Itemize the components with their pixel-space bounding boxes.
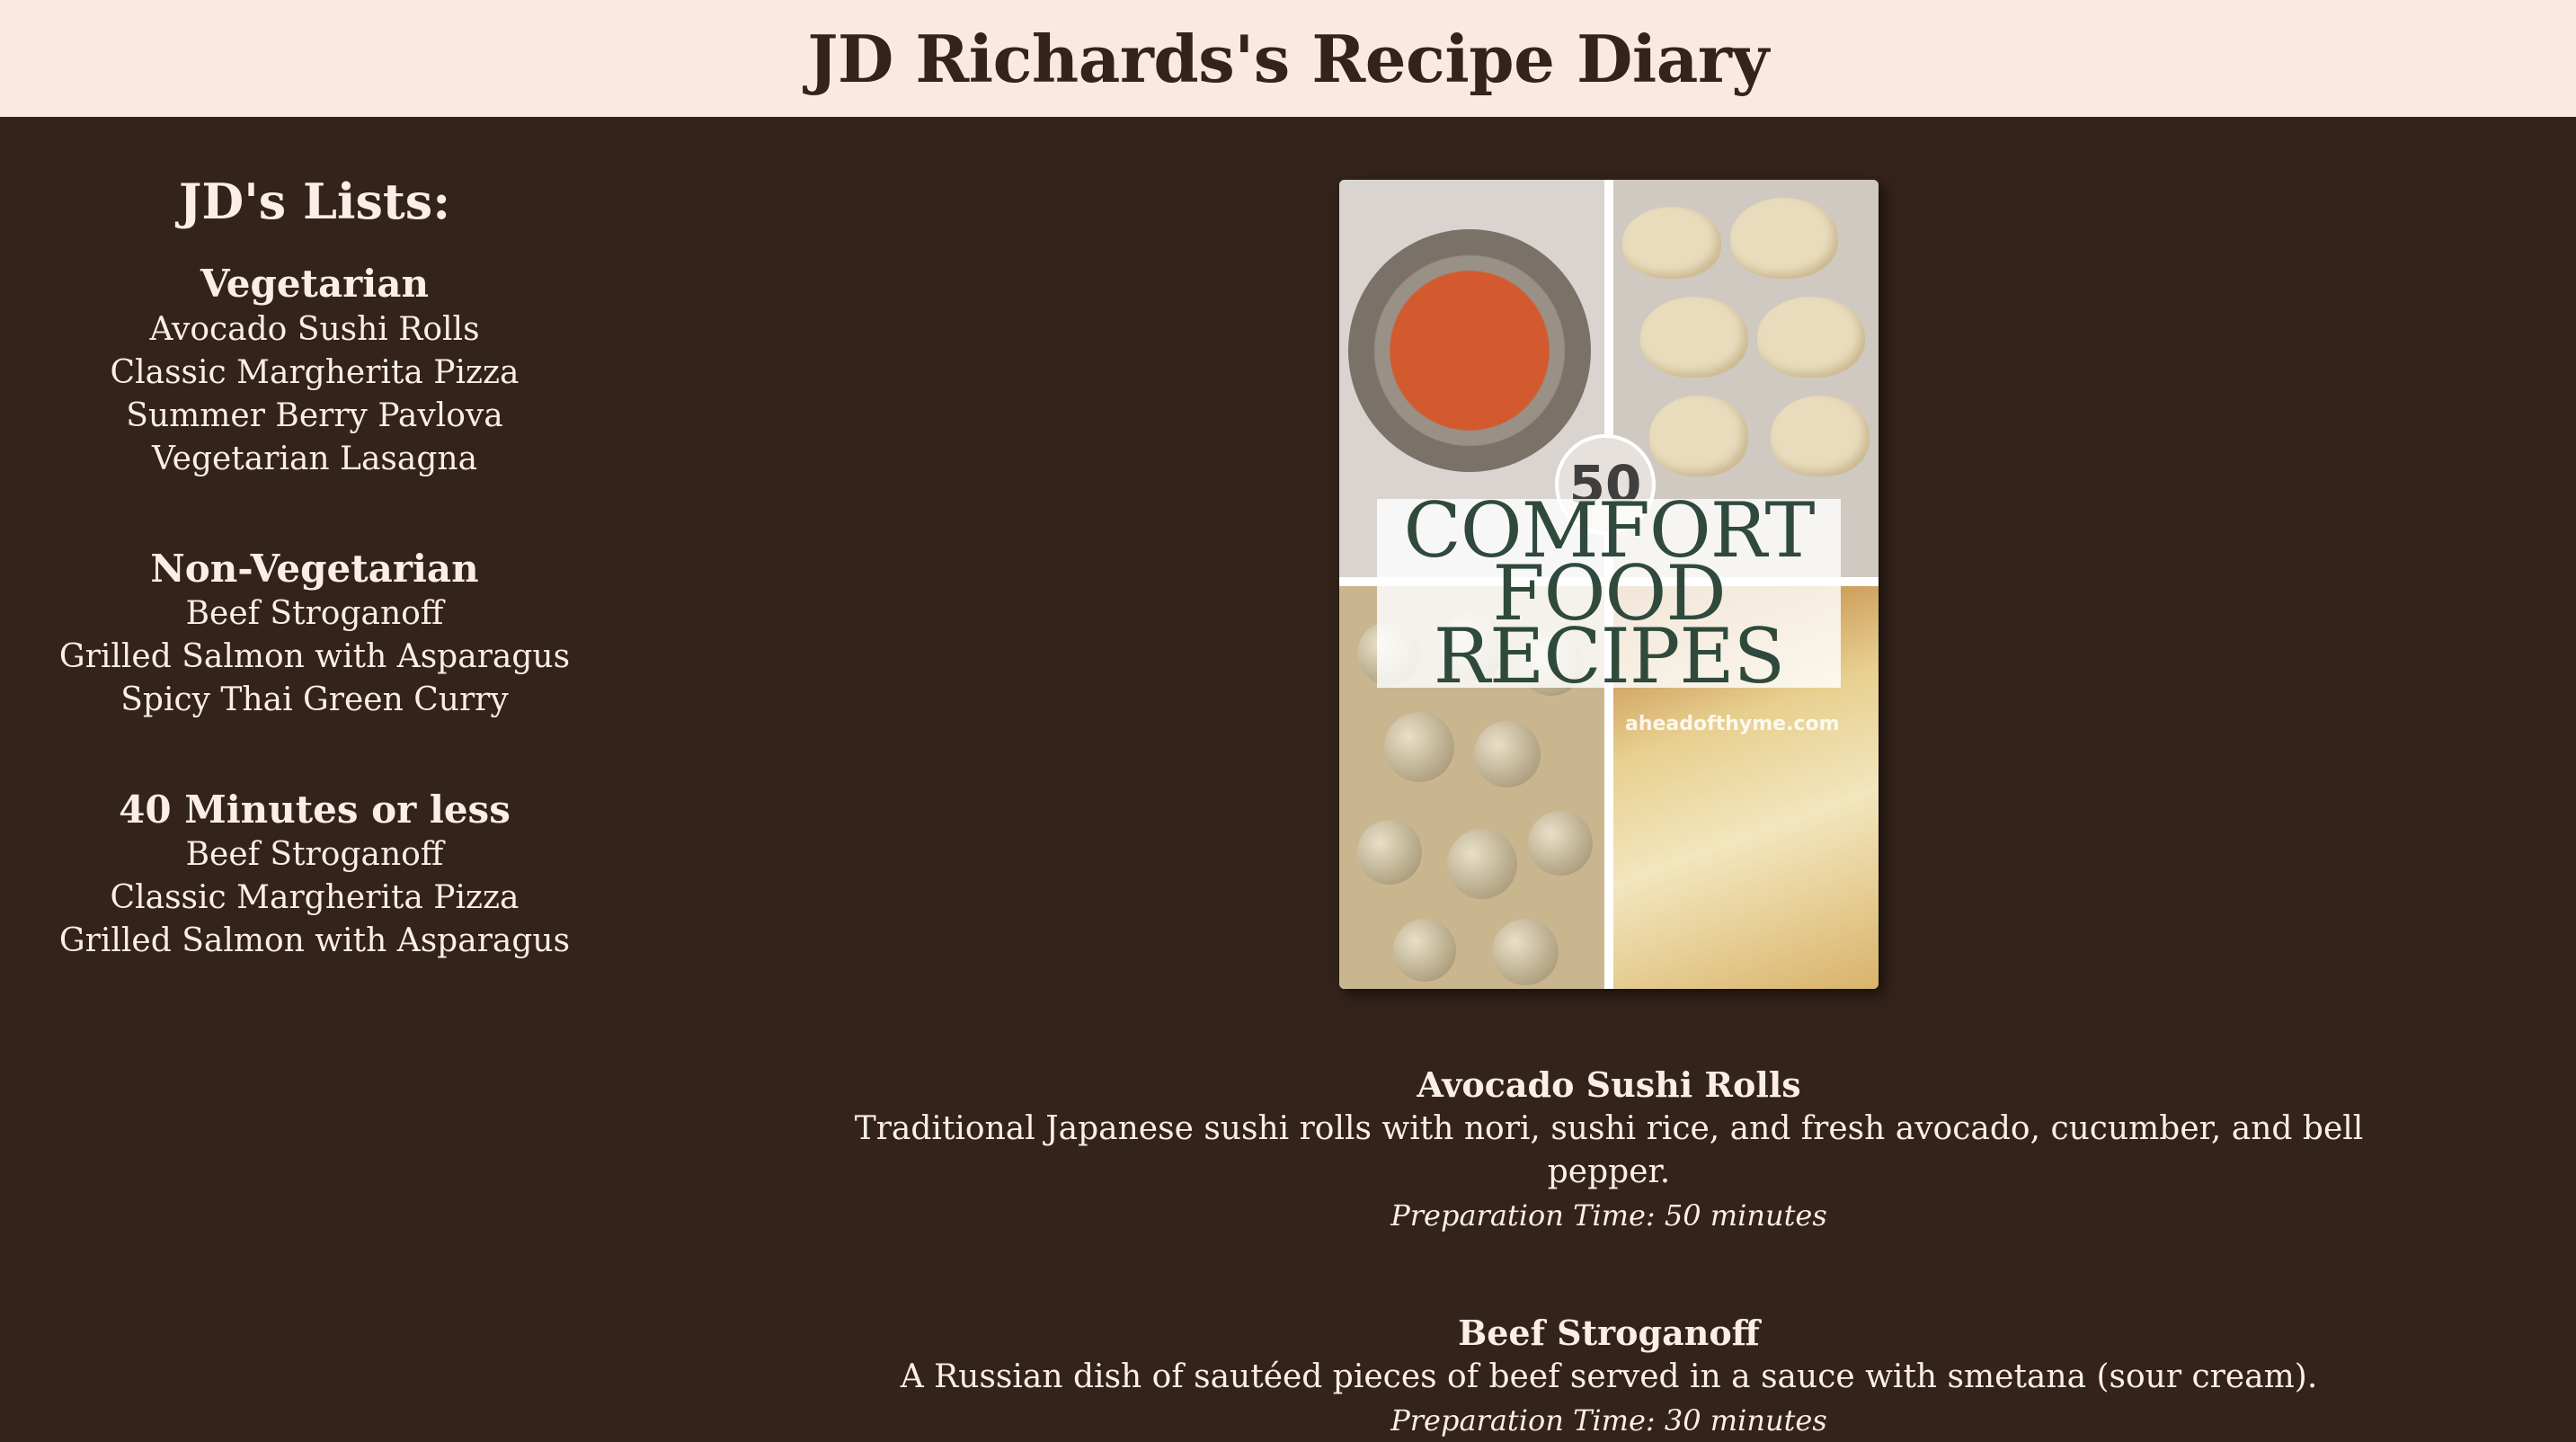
meatball: [1357, 820, 1422, 885]
recipe-description: Traditional Japanese sushi rolls with no…: [854, 1110, 2364, 1190]
list-item[interactable]: Grilled Salmon with Asparagus: [0, 636, 629, 679]
recipe-description: A Russian dish of sautéed pieces of beef…: [900, 1358, 2318, 1395]
list-group-vegetarian: Vegetarian Avocado Sushi Rolls Classic M…: [0, 263, 629, 480]
list-group-title[interactable]: Non-Vegetarian: [0, 547, 629, 591]
list-group-title[interactable]: Vegetarian: [0, 263, 629, 307]
main-content: 50 COMFORT FOOD RECIPES aheadofthyme.com…: [809, 180, 2409, 1442]
cover-title-line: RECIPES: [1433, 612, 1785, 700]
dumpling: [1757, 297, 1865, 378]
list-item[interactable]: Summer Berry Pavlova: [0, 395, 629, 438]
list-item[interactable]: Beef Stroganoff: [0, 833, 629, 877]
dumpling: [1730, 198, 1838, 279]
sidebar-heading: JD's Lists:: [178, 173, 451, 230]
meatball: [1474, 721, 1541, 788]
recipe-name[interactable]: Avocado Sushi Rolls: [809, 1063, 2409, 1108]
list-item[interactable]: Avocado Sushi Rolls: [0, 308, 629, 352]
list-item[interactable]: Vegetarian Lasagna: [0, 438, 629, 481]
recipe-prep-time: Preparation Time: 30 minutes: [1390, 1403, 1827, 1438]
dumpling: [1640, 297, 1748, 378]
page-title: JD Richards's Recipe Diary: [807, 20, 1769, 97]
soup-bowl: [1348, 229, 1591, 472]
meatball: [1528, 811, 1593, 876]
meatball: [1384, 712, 1454, 782]
recipe-list: Avocado Sushi Rolls Traditional Japanese…: [809, 1063, 2409, 1442]
meatball: [1447, 829, 1517, 899]
recipe-card: Beef Stroganoff A Russian dish of sautée…: [809, 1311, 2409, 1442]
list-item[interactable]: Beef Stroganoff: [0, 592, 629, 636]
site-header: JD Richards's Recipe Diary: [0, 0, 2576, 117]
dumpling: [1622, 207, 1721, 279]
meatball: [1393, 919, 1456, 982]
list-item[interactable]: Classic Margherita Pizza: [0, 877, 629, 920]
recipe-card: Avocado Sushi Rolls Traditional Japanese…: [809, 1063, 2409, 1237]
list-group-title[interactable]: 40 Minutes or less: [0, 788, 629, 832]
recipe-name[interactable]: Beef Stroganoff: [809, 1311, 2409, 1356]
sidebar: JD's Lists: Vegetarian Avocado Sushi Rol…: [0, 173, 629, 1029]
cover-watermark: aheadofthyme.com: [1625, 713, 1840, 735]
list-item[interactable]: Classic Margherita Pizza: [0, 352, 629, 395]
cookbook-cover-image: 50 COMFORT FOOD RECIPES aheadofthyme.com: [1339, 180, 1879, 989]
list-item[interactable]: Spicy Thai Green Curry: [0, 679, 629, 722]
list-item[interactable]: Grilled Salmon with Asparagus: [0, 920, 629, 963]
recipe-prep-time: Preparation Time: 50 minutes: [1390, 1198, 1827, 1233]
list-group-40-minutes: 40 Minutes or less Beef Stroganoff Class…: [0, 788, 629, 963]
dumpling: [1649, 396, 1748, 476]
list-group-non-vegetarian: Non-Vegetarian Beef Stroganoff Grilled S…: [0, 547, 629, 722]
cover-title: COMFORT FOOD RECIPES: [1377, 493, 1841, 700]
meatball: [1492, 919, 1559, 985]
dumpling: [1771, 396, 1870, 476]
